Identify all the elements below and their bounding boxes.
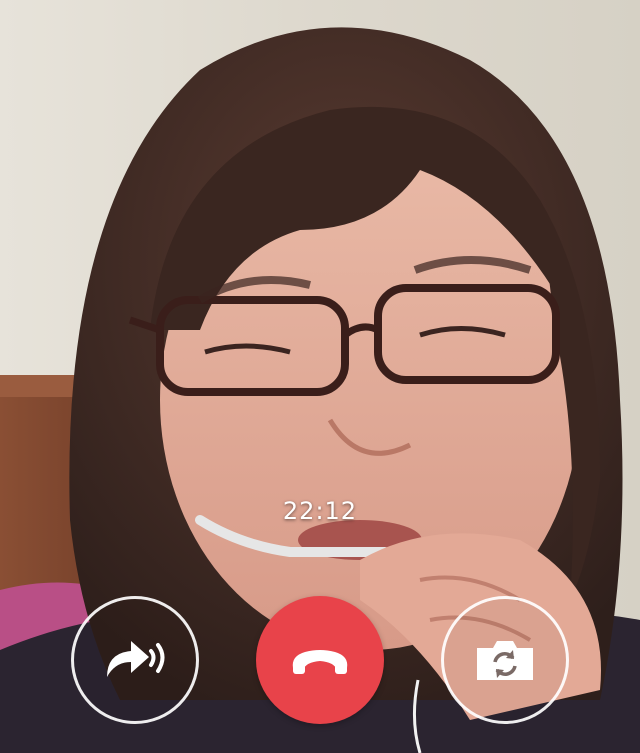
end-call-button[interactable] bbox=[256, 596, 384, 724]
call-timer: 22:12 bbox=[282, 497, 358, 525]
camera-switch-icon bbox=[473, 636, 537, 684]
speaker-arrow-icon bbox=[99, 635, 171, 685]
hang-up-icon bbox=[287, 642, 353, 678]
switch-camera-button[interactable] bbox=[441, 596, 569, 724]
speaker-button[interactable] bbox=[71, 596, 199, 724]
